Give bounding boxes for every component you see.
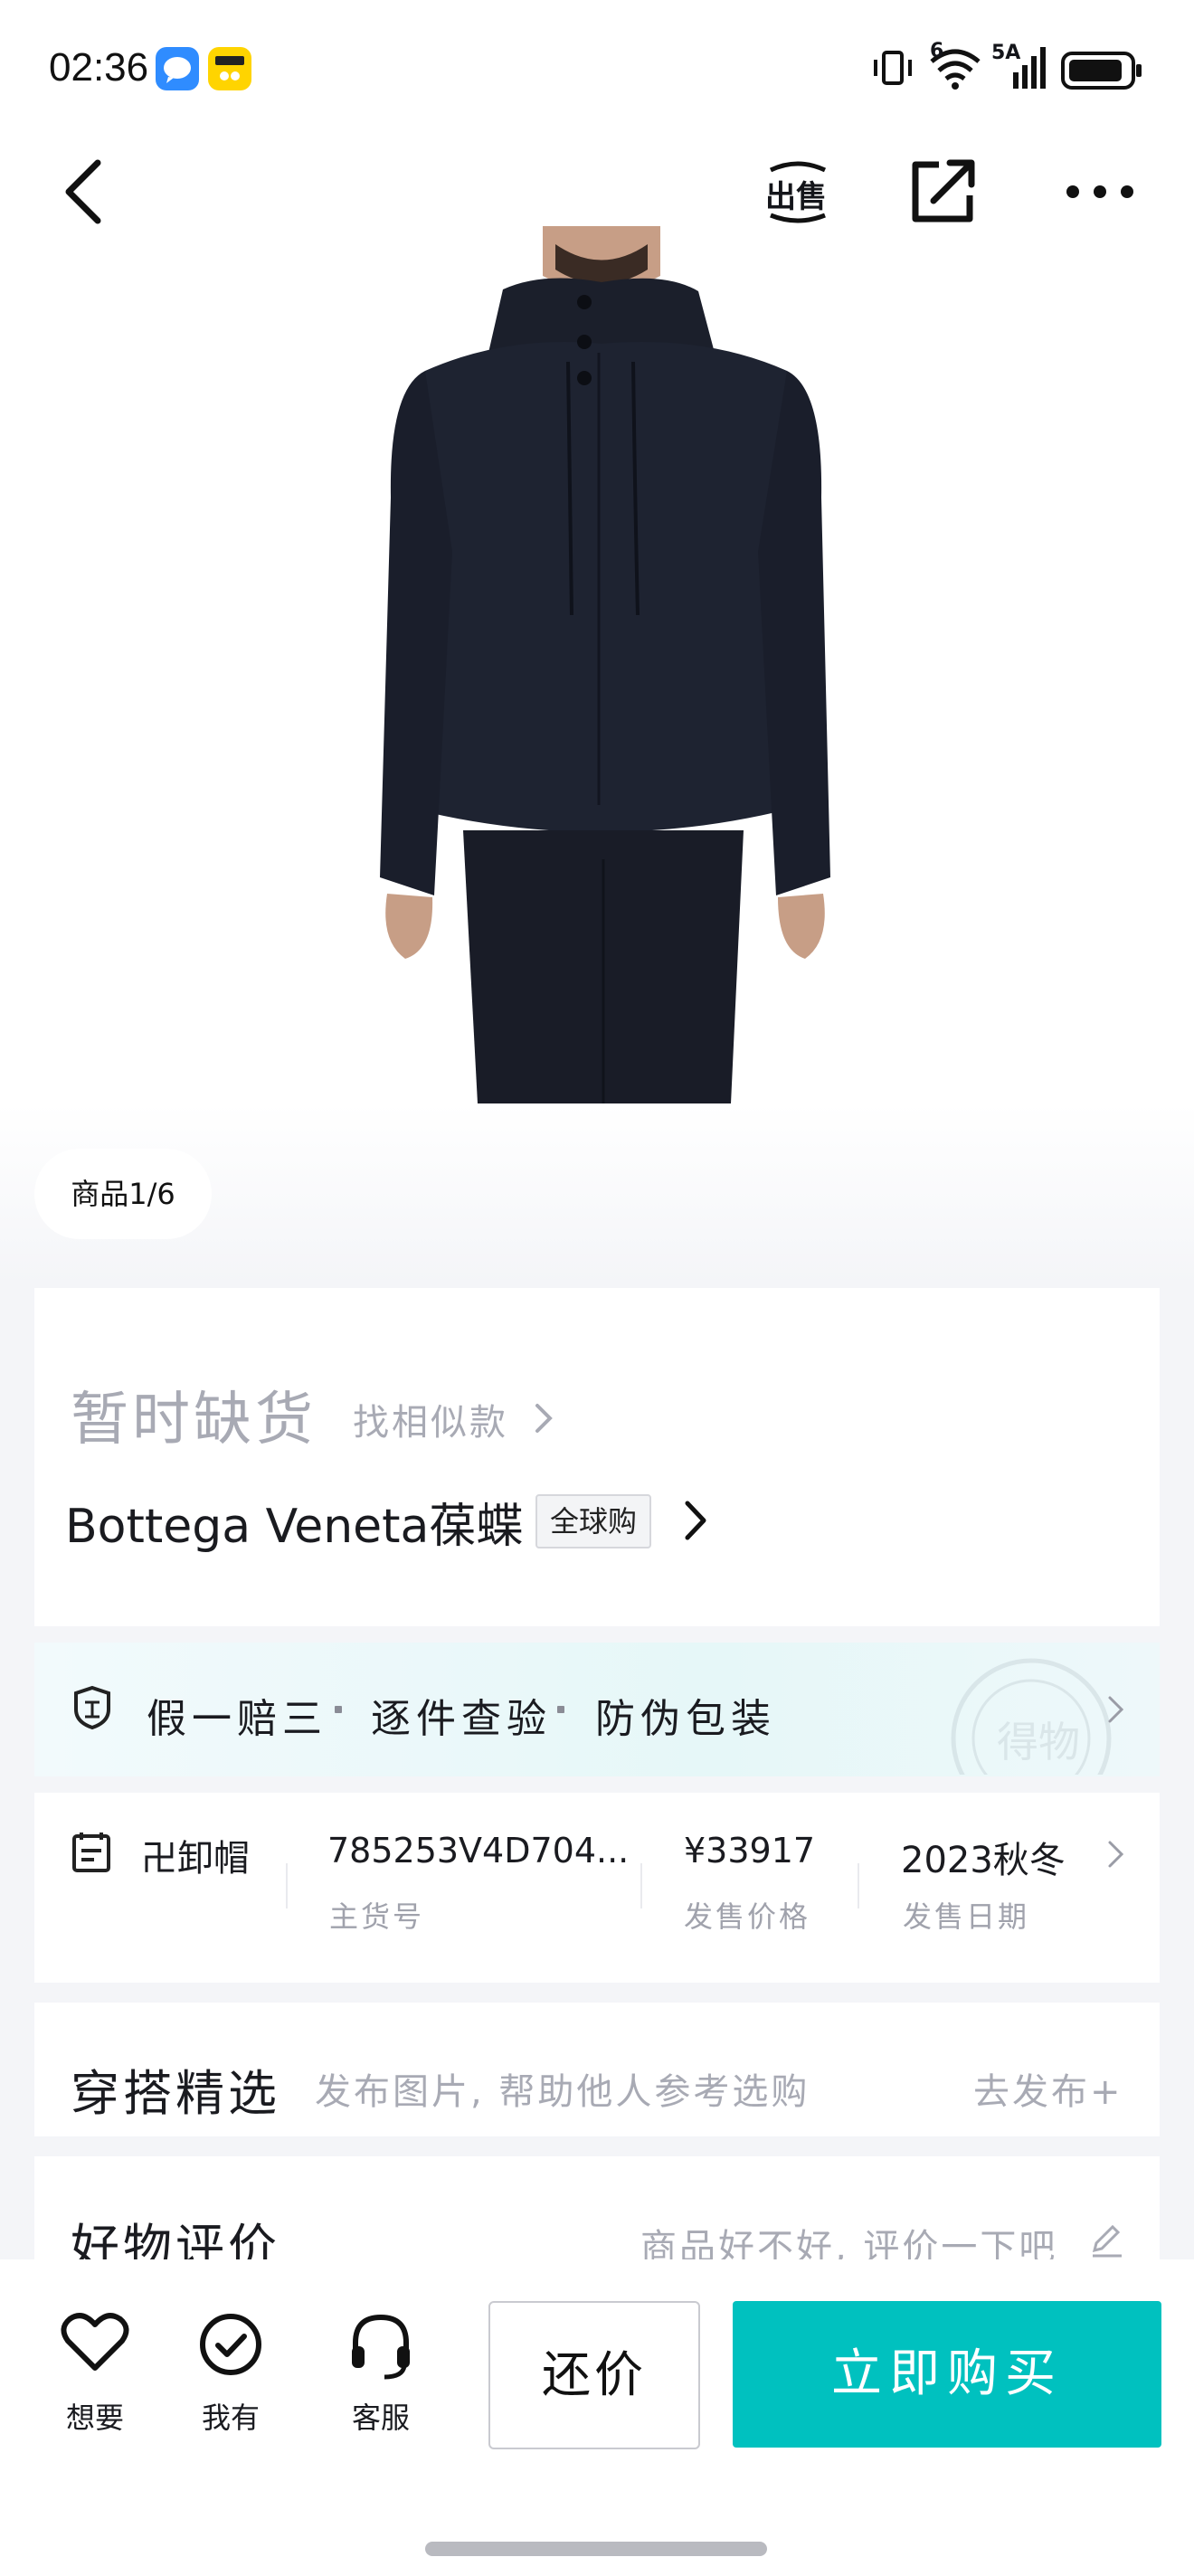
product-title: Bottega Veneta葆蝶 bbox=[65, 1500, 524, 1554]
guarantee-item: 逐件查验 bbox=[371, 1696, 552, 1742]
back-icon bbox=[65, 159, 101, 224]
product-info-card bbox=[34, 1288, 1160, 1626]
buy-now-button[interactable]: 立即购买 bbox=[733, 2301, 1161, 2448]
shield-icon bbox=[74, 1685, 110, 1730]
have-label: 我有 bbox=[201, 2401, 260, 2435]
check-circle-icon bbox=[200, 2314, 261, 2375]
guarantee-item: 假一赔三 bbox=[147, 1696, 327, 1742]
customer-service-label: 客服 bbox=[351, 2401, 410, 2435]
find-similar-link[interactable]: 找相似款 bbox=[353, 1389, 570, 1444]
edit-icon[interactable] bbox=[1087, 2220, 1125, 2258]
sku-value: 785253V4D704... bbox=[327, 1831, 630, 1870]
image-counter: 商品1/6 bbox=[34, 1149, 212, 1239]
chat-app-icon bbox=[156, 47, 199, 90]
find-similar-label: 找相似款 bbox=[353, 1402, 508, 1444]
global-purchase-badge: 全球购 bbox=[535, 1494, 652, 1548]
share-button[interactable] bbox=[906, 156, 979, 228]
more-button[interactable] bbox=[1060, 172, 1142, 212]
spec-info-card[interactable] bbox=[34, 1793, 1160, 1983]
have-button[interactable]: 我有 bbox=[181, 2312, 280, 2439]
heart-icon bbox=[61, 2313, 129, 2371]
divider bbox=[286, 1863, 288, 1908]
counter-offer-button[interactable]: 还价 bbox=[488, 2301, 700, 2449]
chevron-right-icon[interactable] bbox=[680, 1498, 711, 1543]
release-date-label: 发售日期 bbox=[903, 1899, 1030, 1934]
sku-label: 主货号 bbox=[329, 1899, 425, 1934]
stock-status: 暂时缺货 bbox=[71, 1387, 317, 1454]
customer-service-button[interactable]: 客服 bbox=[331, 2312, 431, 2439]
sell-button[interactable]: 出售 bbox=[762, 156, 834, 228]
release-price-label: 发售价格 bbox=[684, 1899, 811, 1934]
battery-icon bbox=[1060, 51, 1143, 94]
signal-generation: 6 bbox=[930, 40, 944, 62]
divider bbox=[640, 1863, 642, 1908]
product-image[interactable] bbox=[0, 226, 1194, 1103]
network-label: 5A bbox=[991, 42, 1021, 64]
outfit-title: 穿搭精选 bbox=[71, 2065, 280, 2122]
jacket-photo bbox=[380, 226, 830, 1103]
home-indicator[interactable] bbox=[425, 2542, 767, 2556]
want-label: 想要 bbox=[65, 2401, 124, 2435]
category-value: 卍卸帽 bbox=[141, 1838, 250, 1880]
share-icon bbox=[912, 159, 975, 223]
guarantee-item: 防伪包装 bbox=[595, 1696, 776, 1742]
chevron-right-icon bbox=[1108, 1696, 1124, 1723]
document-icon bbox=[72, 1833, 110, 1872]
publish-outfit-button[interactable]: 去发布+ bbox=[973, 2062, 1123, 2115]
guarantee-separator bbox=[557, 1706, 564, 1713]
vibrate-icon bbox=[870, 47, 915, 92]
chevron-right-icon bbox=[535, 1404, 553, 1433]
back-button[interactable] bbox=[56, 156, 110, 228]
svg-text:得物: 得物 bbox=[997, 1718, 1080, 1766]
want-button[interactable]: 想要 bbox=[45, 2312, 145, 2439]
dewu-app-icon bbox=[208, 47, 251, 90]
authenticity-seal-icon: 得物 bbox=[951, 1658, 1112, 1775]
more-icon bbox=[1066, 185, 1133, 198]
divider bbox=[858, 1863, 859, 1908]
guarantee-separator bbox=[335, 1706, 342, 1713]
release-price-value: ¥33917 bbox=[684, 1831, 816, 1870]
headset-icon bbox=[352, 2314, 410, 2380]
outfit-hint: 发布图片, 帮助他人参考选购 bbox=[315, 2071, 810, 2113]
status-time: 02:36 bbox=[49, 45, 149, 90]
sell-label: 出售 bbox=[765, 179, 827, 215]
release-date-value: 2023秋冬 bbox=[901, 1840, 1066, 1881]
chevron-right-icon bbox=[1108, 1841, 1124, 1868]
